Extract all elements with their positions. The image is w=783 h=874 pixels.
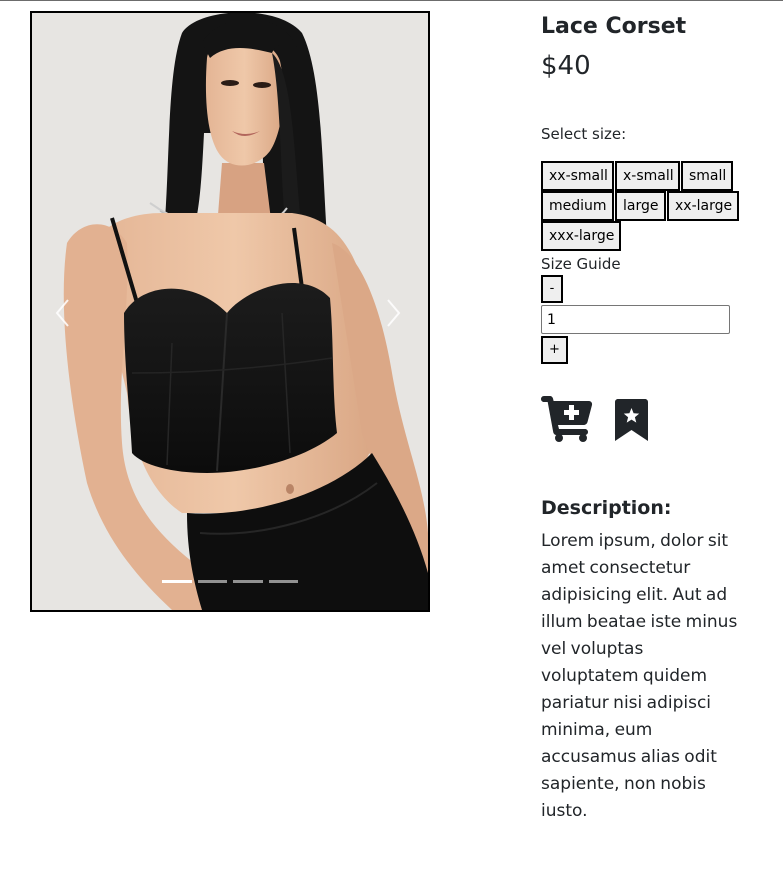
size-guide-link[interactable]: Size Guide: [541, 255, 621, 273]
chevron-left-icon: [55, 299, 69, 327]
size-option-x-small[interactable]: x-small: [615, 161, 680, 191]
quantity-input[interactable]: [541, 305, 730, 334]
product-title: Lace Corset: [541, 14, 687, 39]
carousel-indicator[interactable]: [162, 580, 192, 583]
bookmark-star-icon: [615, 399, 648, 441]
description-heading: Description:: [541, 497, 672, 519]
carousel-next-button[interactable]: [374, 283, 414, 343]
quantity-increment-button[interactable]: +: [541, 336, 568, 364]
size-select-label: Select size:: [541, 125, 627, 143]
description-text: Lorem ipsum, dolor sit amet consectetur …: [541, 531, 738, 821]
carousel-indicators: [162, 580, 298, 586]
quantity-decrement-button[interactable]: -: [541, 275, 563, 303]
chevron-right-icon: [387, 299, 401, 327]
size-option-medium[interactable]: medium: [541, 191, 614, 221]
top-divider: [0, 0, 783, 1]
product-price: $40: [541, 51, 591, 81]
size-option-small[interactable]: small: [681, 161, 733, 191]
carousel-indicator[interactable]: [233, 580, 263, 583]
add-to-cart-button[interactable]: [541, 396, 593, 442]
size-option-xx-small[interactable]: xx-small: [541, 161, 614, 191]
size-option-xx-large[interactable]: xx-large: [667, 191, 739, 221]
cart-plus-icon: [541, 396, 593, 442]
carousel-indicator[interactable]: [197, 580, 227, 583]
carousel-prev-button[interactable]: [42, 283, 82, 343]
size-option-large[interactable]: large: [615, 191, 666, 221]
size-option-xxx-large[interactable]: xxx-large: [541, 221, 621, 251]
product-image-carousel[interactable]: [30, 11, 430, 612]
carousel-indicator[interactable]: [268, 580, 298, 583]
product-photo: [32, 13, 428, 610]
add-to-wishlist-button[interactable]: [615, 399, 648, 441]
